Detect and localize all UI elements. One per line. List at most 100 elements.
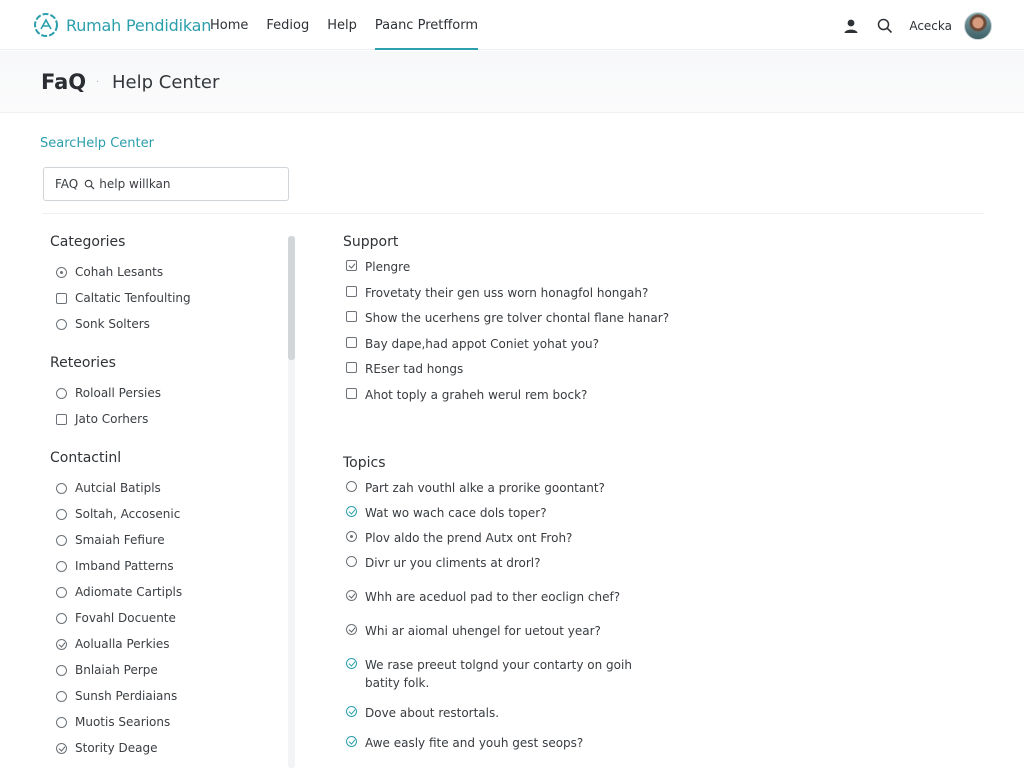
sidebar-item[interactable]: Soltah, Accosenic [50,501,280,527]
faq-item[interactable]: Divr ur you climents at drorl? [343,554,983,588]
sidebar-item[interactable]: Autcial Batipls [50,475,280,501]
sidebar-item[interactable]: Stority Deage [50,735,280,761]
sidebar-item-label: Adiomate Cartipls [75,585,183,599]
radio-checked-icon[interactable] [56,742,67,754]
faq-question: Ahot toply a graheh werul rem bock? [365,387,588,402]
breadcrumb-separator: · [96,77,100,88]
sidebar-item-label: Stority Deage [75,741,158,755]
radio-selected-icon[interactable] [346,531,357,542]
faq-item[interactable]: Wat wo wach cace dols toper? [343,504,983,529]
radio-checked-icon[interactable] [346,658,357,669]
radio-checked-icon[interactable] [56,638,67,650]
sidebar-item-label: Sonk Solters [75,317,150,331]
faq-item[interactable]: Part zah vouthl alke a prorike goontant? [343,479,983,504]
sidebar-item[interactable]: Cohah Lesants [50,259,280,285]
faq-item[interactable]: Whh are aceduol pad to ther eoclign chef… [343,588,983,622]
checkbox-icon[interactable] [56,413,67,425]
checkbox-icon[interactable] [56,292,67,304]
sidebar-item-label: Fovahl Docuente [75,611,176,625]
username[interactable]: Acecka [909,19,952,33]
faq-item[interactable]: Awe easly fite and youh gest seops? [343,734,983,761]
sidebar-item[interactable]: Aolualla Perkies [50,631,280,657]
sidebar-heading: Categories [50,234,126,250]
radio-icon[interactable] [56,586,67,598]
faq-question: Plengre [365,260,411,274]
radio-icon[interactable] [56,716,67,728]
radio-icon[interactable] [56,560,67,572]
radio-checked-icon[interactable] [346,590,357,601]
radio-icon[interactable] [56,664,67,676]
faq-item[interactable]: Frovetaty their gen uss worn honagfol ho… [343,284,983,310]
nav-fediog[interactable]: Fediog [266,0,309,50]
sidebar-item[interactable]: Sunsh Perdiaians [50,683,280,709]
faq-item[interactable]: REser tad hongs [343,360,983,386]
radio-icon[interactable] [56,318,67,330]
radio-icon[interactable] [56,690,67,702]
radio-icon[interactable] [56,534,67,546]
radio-icon[interactable] [56,612,67,624]
section-divider [42,213,984,214]
user-icon[interactable] [843,18,859,34]
faq-question: Part zah vouthl alke a prorike goontant? [365,481,605,495]
top-right-actions: Acecka [843,12,992,40]
sidebar-item-label: Jato Corhers [75,412,149,426]
sidebar-item[interactable]: Caltatic Tenfoulting [50,285,280,311]
sidebar-item[interactable]: Sonk Solters [50,311,280,337]
page-title: FaQ [41,70,87,94]
faq-item[interactable]: Ahot toply a graheh werul rem bock? [343,386,983,412]
main-nav: Home Fediog Help Paanc Pretfform [210,0,496,50]
checkbox-icon[interactable] [346,311,357,322]
search-prefix: FAQ [55,177,79,191]
sidebar-section-categories: Categories Cohah Lesants Caltatic Tenfou… [50,234,280,337]
sidebar-item[interactable]: Fovahl Docuente [50,605,280,631]
faq-item[interactable]: Plengre [343,258,983,284]
search-icon[interactable] [877,18,893,34]
checkbox-icon[interactable] [346,336,357,348]
sidebar-section-reteories: Reteories Roloall Persies Jato Corhers [50,355,280,432]
sidebar-scrollbar[interactable] [288,236,295,768]
radio-icon[interactable] [56,508,67,520]
search-box[interactable]: FAQ [43,167,289,201]
nav-platform[interactable]: Paanc Pretfform [374,0,479,50]
sidebar-item[interactable]: Imband Patterns [50,553,280,579]
checkbox-icon[interactable] [346,362,357,373]
sidebar-item[interactable]: Adiomate Cartipls [50,579,280,605]
radio-icon[interactable] [346,481,357,492]
faq-item[interactable]: Bay dape,had appot Coniet yohat you? [343,335,983,361]
sidebar-item[interactable]: Roloall Persies [50,380,280,406]
search-small-icon [84,179,95,190]
page-subtitle: Help Center [112,72,220,93]
sidebar-item-label: Imband Patterns [75,559,174,573]
nav-home[interactable]: Home [210,0,248,50]
section-heading: Topics [343,455,386,471]
radio-icon[interactable] [56,387,67,399]
sidebar-item[interactable]: Jato Corhers [50,406,280,432]
faq-item[interactable]: Whi ar aiomal uhengel for uetout year? [343,622,983,656]
faq-item[interactable]: Dove about restortals. [343,704,983,734]
radio-icon[interactable] [346,556,357,567]
radio-checked-icon[interactable] [346,706,357,717]
scrollbar-thumb[interactable] [288,236,295,360]
checkbox-checked-icon[interactable] [346,260,357,271]
sidebar-item[interactable]: Bnlaiah Perpe [50,657,280,683]
radio-selected-icon[interactable] [56,266,67,278]
faq-item[interactable]: We rase preeut tolgnd your contarty on g… [343,656,983,704]
radio-checked-icon[interactable] [346,506,357,517]
radio-checked-icon[interactable] [346,736,357,747]
nav-help[interactable]: Help [327,0,357,50]
brand-logo-icon [34,13,58,37]
brand[interactable]: Rumah Pendidikan [32,11,211,39]
checkbox-icon[interactable] [346,387,357,399]
checkbox-icon[interactable] [346,285,357,297]
radio-checked-icon[interactable] [346,624,357,635]
sidebar-item[interactable]: Smaiah Fefiure [50,527,280,553]
radio-icon[interactable] [56,482,67,494]
faq-question: Awe easly fite and youh gest seops? [365,736,584,750]
search-input[interactable] [99,177,250,191]
avatar[interactable] [964,12,992,40]
faq-item[interactable]: Plov aldo the prend Autx ont Froh? [343,529,983,554]
sidebar-item-label: Roloall Persies [75,386,161,400]
faq-item[interactable]: Show the ucerhens gre tolver chontal fla… [343,309,983,335]
sidebar: Categories Cohah Lesants Caltatic Tenfou… [50,234,280,768]
sidebar-item[interactable]: Muotis Searions [50,709,280,735]
